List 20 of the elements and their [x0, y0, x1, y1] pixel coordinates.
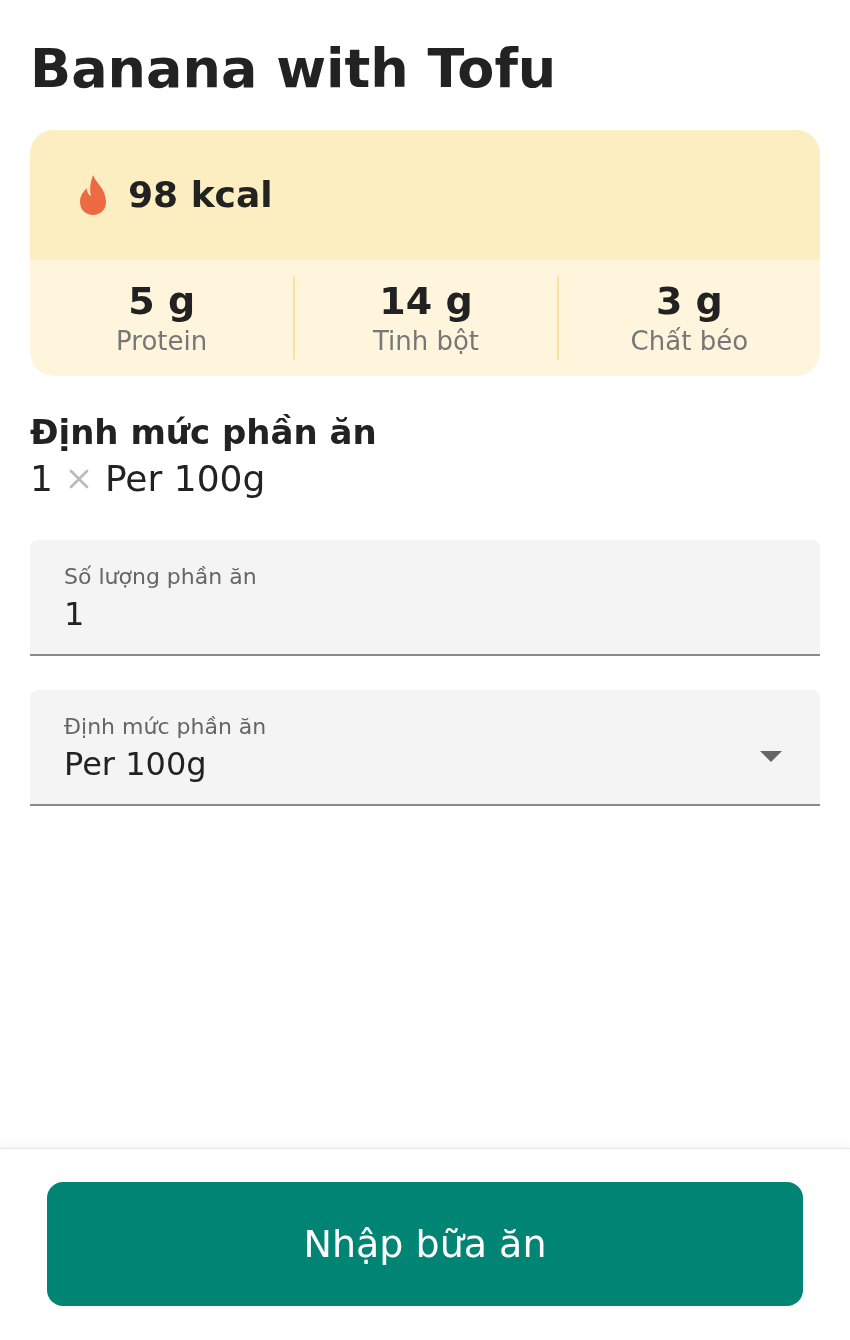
dropdown-caret-icon: [760, 751, 782, 762]
log-meal-button[interactable]: Nhập bữa ăn: [47, 1182, 803, 1306]
food-title: Banana with Tofu: [30, 36, 558, 102]
macro-label: Protein: [116, 325, 208, 358]
macro-value: 3 g: [655, 278, 723, 324]
flame-icon: [78, 174, 108, 216]
serving-unit: Per 100g: [104, 457, 266, 501]
macro-value: 14 g: [379, 278, 473, 324]
macro-label: Tinh bột: [372, 325, 480, 358]
serving-heading: Định mức phần ăn: [30, 411, 378, 454]
field-label: Số lượng phần ăn: [64, 563, 258, 591]
field-value: Per 100g: [64, 744, 208, 785]
macro-value: 5 g: [128, 278, 196, 324]
servings-input-field[interactable]: Số lượng phần ăn 1: [30, 540, 820, 656]
field-value: 1: [64, 594, 86, 635]
serving-size-dropdown[interactable]: Định mức phần ăn Per 100g: [30, 690, 820, 806]
calories-text: 98 kcal: [128, 173, 273, 217]
serving-count: 1: [30, 457, 53, 501]
macro-label: Chất béo: [630, 325, 749, 358]
field-label: Định mức phần ăn: [64, 713, 268, 741]
